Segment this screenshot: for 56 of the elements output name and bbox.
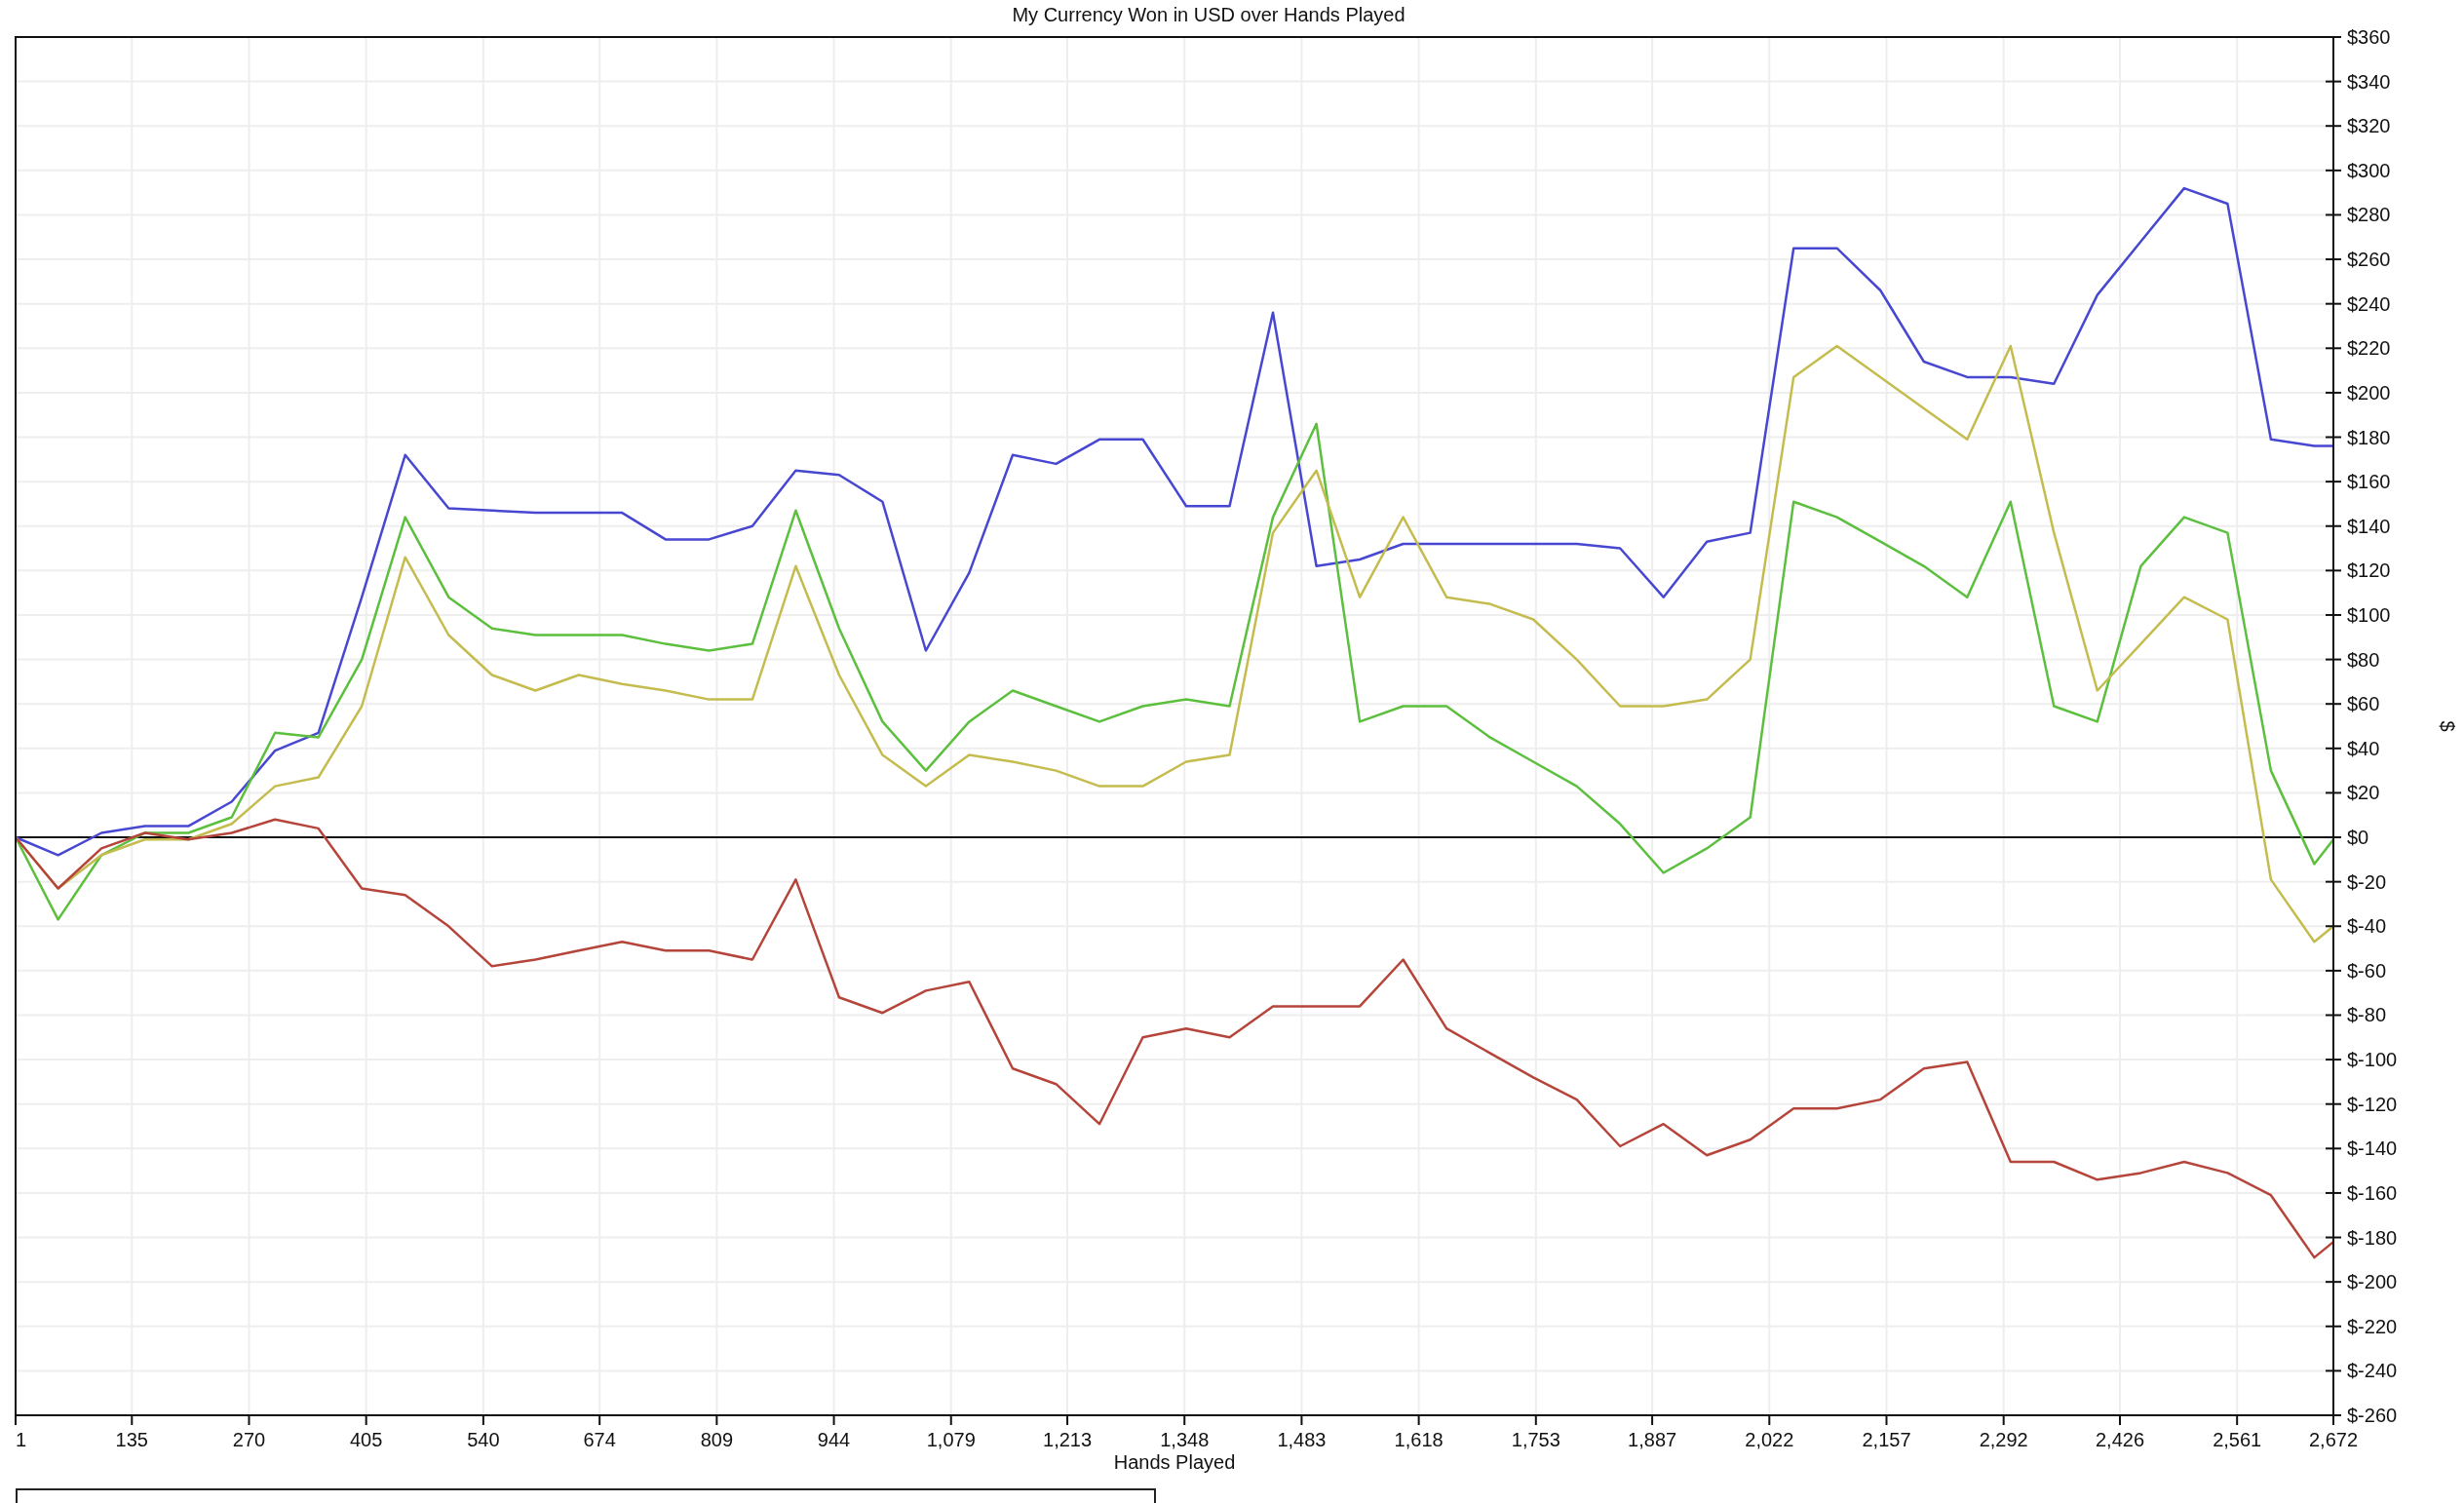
x-tick-label: 270 — [232, 1429, 266, 1450]
x-tick-label: 540 — [467, 1429, 500, 1450]
y-tick-label: $200 — [2347, 381, 2391, 404]
x-tick-label: 2,561 — [2213, 1429, 2262, 1450]
x-tick-label: 809 — [700, 1429, 734, 1450]
y-tick-label: $0 — [2347, 827, 2369, 849]
chart-title: My Currency Won in USD over Hands Played — [1012, 4, 1405, 25]
y-tick-label: $260 — [2347, 249, 2391, 271]
x-tick-label: 674 — [583, 1429, 616, 1450]
y-tick-label: $-240 — [2347, 1360, 2398, 1382]
x-tick-label: 2,022 — [1745, 1429, 1794, 1450]
y-tick-label: $120 — [2347, 559, 2391, 582]
y-tick-label: $-220 — [2347, 1315, 2398, 1337]
x-tick-label: 1,213 — [1043, 1429, 1093, 1450]
x-tick-label: 405 — [350, 1429, 383, 1450]
y-tick-label: $320 — [2347, 115, 2391, 137]
x-tick-label: 2,672 — [2308, 1429, 2359, 1450]
y-tick-label: $240 — [2347, 292, 2391, 315]
x-tick-label: 2,157 — [1862, 1429, 1911, 1450]
y-tick-label: $340 — [2347, 70, 2391, 93]
x-tick-label: 1,753 — [1511, 1429, 1560, 1450]
y-tick-label: $20 — [2347, 782, 2380, 804]
y-tick-label: $-40 — [2347, 915, 2387, 938]
y-tick-label: $-120 — [2347, 1093, 2398, 1115]
x-tick-label: 2,426 — [2095, 1429, 2144, 1450]
y-tick-label: $-180 — [2347, 1226, 2398, 1249]
y-tick-label: $280 — [2347, 204, 2391, 226]
y-tick-label: $-20 — [2347, 870, 2387, 893]
y-tick-label: $160 — [2347, 471, 2391, 493]
x-tick-label: 1,079 — [926, 1429, 976, 1450]
y-tick-label: $40 — [2347, 737, 2380, 759]
y-tick-label: $-260 — [2347, 1405, 2398, 1426]
y-tick-label: $-80 — [2347, 1004, 2387, 1026]
y-tick-label: $-100 — [2347, 1049, 2398, 1071]
y-tick-label: $-140 — [2347, 1137, 2398, 1160]
y-tick-label: $-200 — [2347, 1271, 2398, 1293]
x-tick-label: 1,887 — [1628, 1429, 1677, 1450]
y-axis-title: $ — [2437, 720, 2458, 732]
x-axis-title: Hands Played — [1113, 1451, 1236, 1473]
y-tick-label: $300 — [2347, 159, 2391, 181]
y-tick-label: $220 — [2347, 337, 2391, 360]
y-tick-label: $60 — [2347, 693, 2380, 715]
x-tick-label: 2,292 — [1979, 1429, 2028, 1450]
y-tick-label: $140 — [2347, 515, 2391, 537]
y-tick-label: $80 — [2347, 648, 2380, 671]
y-tick-label: $180 — [2347, 426, 2391, 448]
x-tick-label: 1,348 — [1160, 1429, 1210, 1450]
x-tick-label: 1,618 — [1394, 1429, 1444, 1450]
x-tick-label: 1,483 — [1277, 1429, 1327, 1450]
y-tick-label: $100 — [2347, 603, 2391, 626]
x-tick-label: 1 — [16, 1429, 27, 1450]
x-tick-label: 944 — [817, 1429, 851, 1450]
x-tick-label: 135 — [115, 1429, 148, 1450]
y-tick-label: $-60 — [2347, 959, 2387, 982]
y-tick-label: $360 — [2347, 26, 2391, 48]
y-tick-label: $-160 — [2347, 1181, 2398, 1204]
